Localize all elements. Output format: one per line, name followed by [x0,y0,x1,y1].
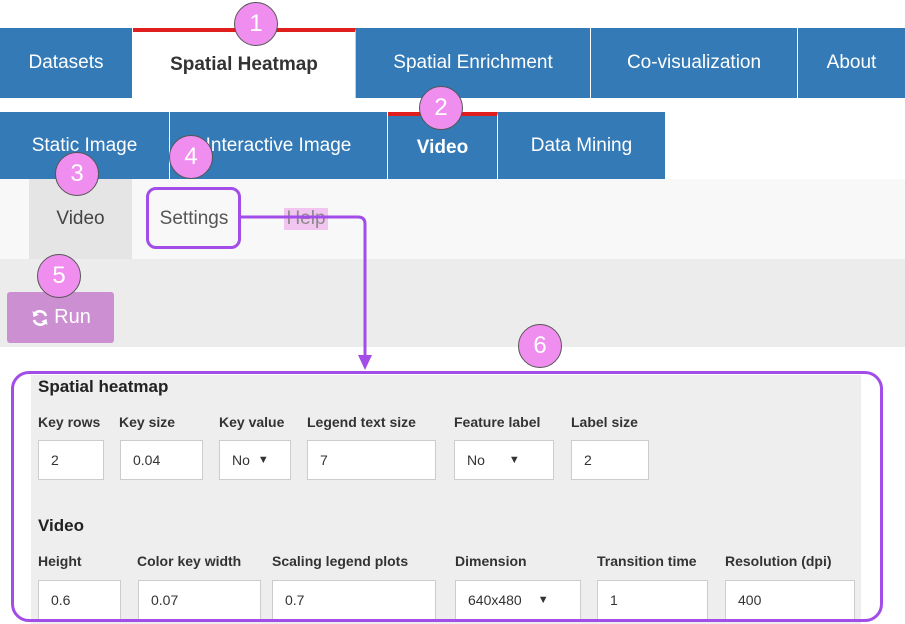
run-button[interactable]: Run [7,292,114,343]
subtab-help-label: Help [284,208,328,230]
tab-datasets[interactable]: Datasets [0,28,133,98]
tab-data-mining[interactable]: Data Mining [498,112,665,179]
refresh-icon [32,309,48,326]
tab-spatial-enrichment[interactable]: Spatial Enrichment [356,28,591,98]
marker-2: 2 [419,86,463,130]
marker-4: 4 [169,135,213,179]
tab-co-visualization[interactable]: Co-visualization [591,28,798,98]
settings-callout-box [146,187,241,249]
subtab-bar: Video Settings Help [0,179,905,259]
subtab-help[interactable]: Help [280,179,332,259]
marker-3: 3 [55,152,99,196]
marker-5: 5 [37,254,81,298]
settings-panel-callout-box [11,371,883,622]
marker-1: 1 [234,2,278,46]
primary-nav: Datasets Spatial Heatmap Spatial Enrichm… [0,28,905,98]
run-button-label: Run [54,306,91,328]
tab-about[interactable]: About [798,28,905,98]
run-toolbar [0,259,905,347]
marker-6: 6 [518,324,562,368]
